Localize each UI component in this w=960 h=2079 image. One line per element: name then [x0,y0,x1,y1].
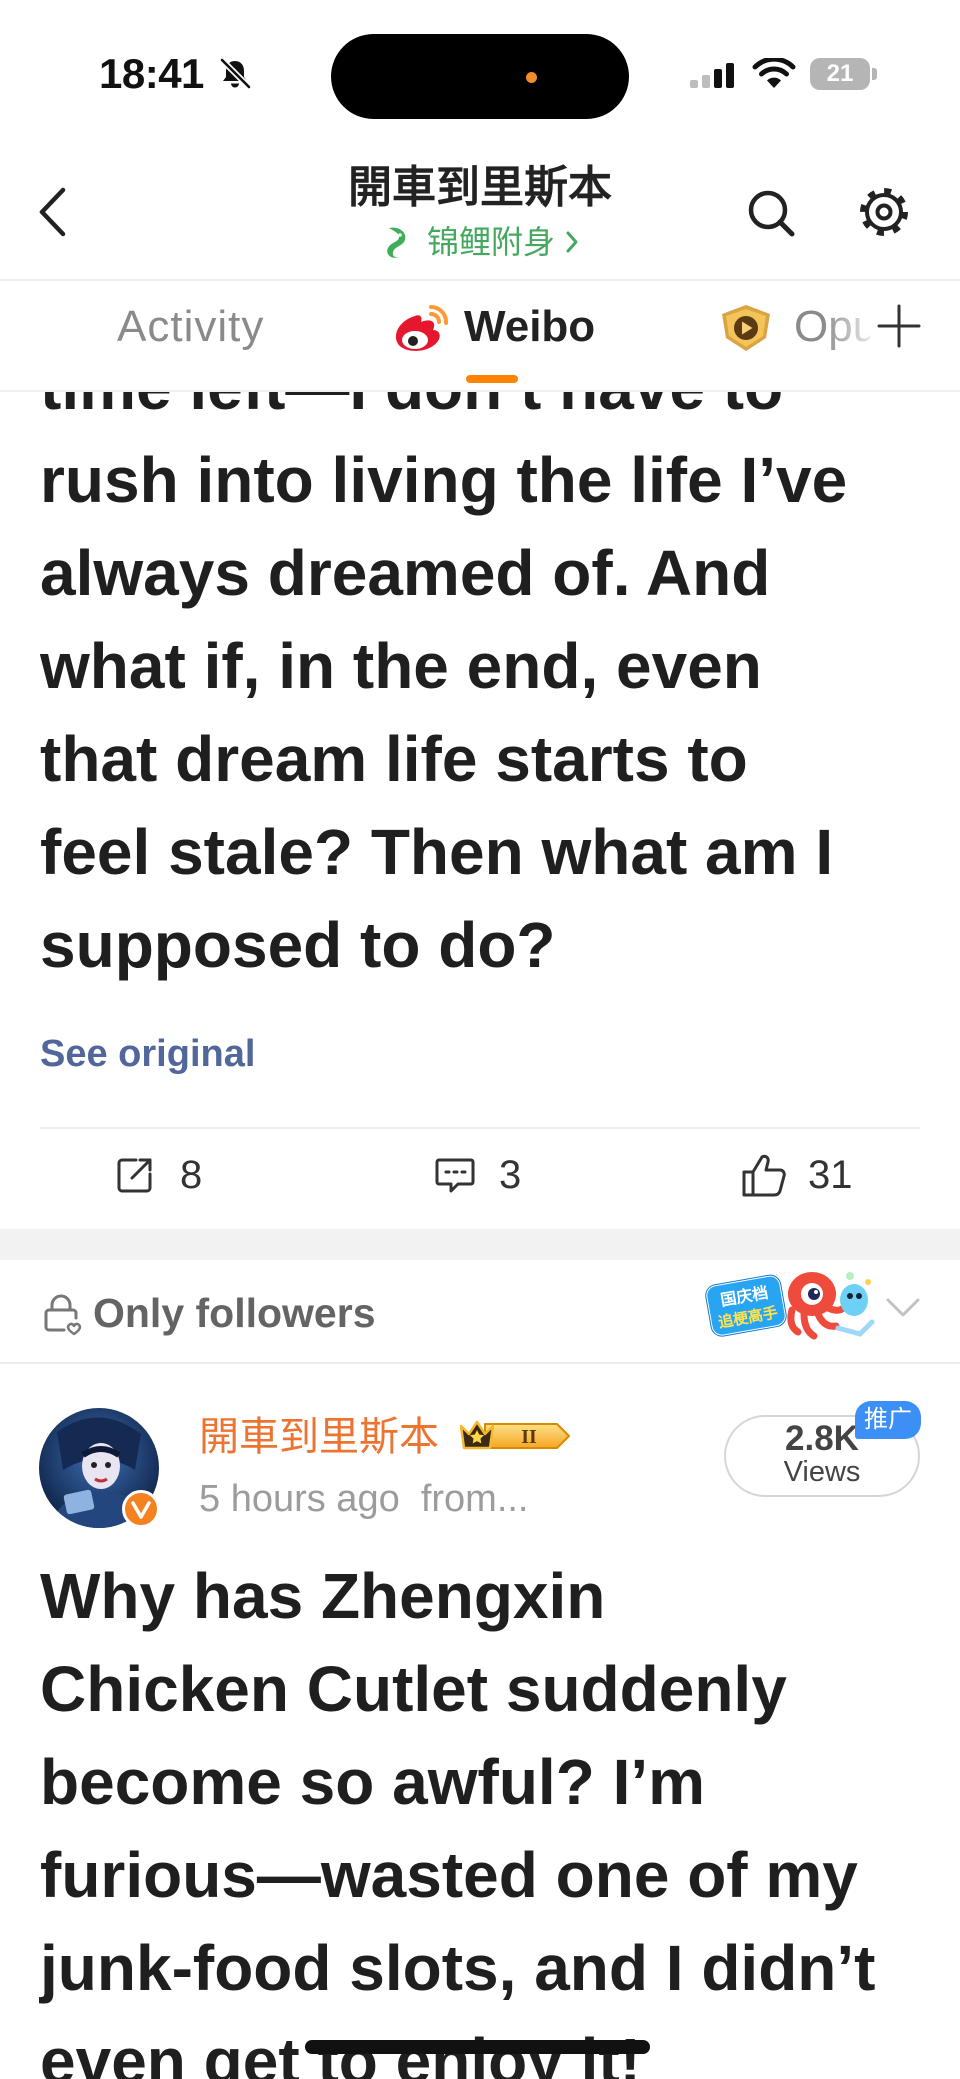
repost-icon [117,1158,152,1193]
expand-button[interactable] [884,1296,924,1324]
visibility-divider [0,1362,960,1364]
signal-icon [690,63,734,88]
header-divider [0,279,960,281]
repost-count: 8 [180,1153,203,1197]
member-crown-badge[interactable]: II [457,1416,575,1456]
post-text-line: feel stale? Then what am I [40,816,834,888]
battery-nub [872,68,877,80]
post-body: time left—I don’t have to rush into livi… [40,392,847,992]
post-text-line: furious—wasted one of my [40,1839,858,1911]
post-meta: 5 hours ago from... [199,1478,529,1520]
comment-icon [435,1158,475,1193]
post-separator [0,1229,960,1260]
lock-icon [44,1294,82,1336]
post-text-line: become so awful? I’m [40,1746,706,1818]
like-button[interactable]: 31 [740,1150,853,1200]
opus-icon [722,305,770,351]
post-text-line: supposed to do? [40,909,556,981]
chevron-down-icon [886,1298,920,1317]
thumbs-up-icon [742,1154,786,1197]
verified-badge-icon [122,1490,160,1528]
see-original-link[interactable]: See original [40,1031,255,1077]
post-text-line: Why has Zhengxin [40,1560,606,1632]
repost-button[interactable]: 8 [114,1150,202,1200]
page-title: 開車到里斯本 [348,163,612,212]
status-time: 18:41 [99,50,204,97]
post-text-line: that dream life starts to [40,723,748,795]
actions-divider [40,1127,920,1129]
visibility-label: Only followers [93,1290,376,1336]
active-tab-indicator [466,375,518,383]
activity-indicator-dot [526,72,537,83]
settings-button[interactable] [857,185,913,241]
bell-slash-icon [219,57,252,90]
comment-button[interactable]: 3 [433,1150,521,1200]
home-indicator [305,2040,650,2054]
post-text-line: junk-food slots, and I didn’t [40,1932,876,2004]
plus-icon [877,304,921,348]
search-icon [748,190,795,237]
views-label: Views [783,1456,861,1488]
promote-tag[interactable]: 推广 [855,1401,921,1439]
search-button[interactable] [744,186,800,242]
app-screen: 18:41 21 開車到里斯本 锦鲤附身 Activity Weibo rush… [0,0,960,2079]
dynamic-island [331,34,629,119]
promo-sticker[interactable]: 国庆档 追梗高手 [700,1264,880,1346]
tab-weibo[interactable]: Weibo [464,301,595,353]
post-text-line: rush into living the life I’ve [40,444,848,516]
feed-content[interactable]: time left—I don’t have to rush into livi… [0,392,960,2079]
badge-level: II [521,1426,537,1448]
add-tab-button[interactable] [874,301,924,351]
comment-count: 3 [499,1153,522,1197]
chevron-right-icon [566,231,578,253]
koi-icon [387,227,406,258]
post-body: Why has Zhengxin Chicken Cutlet suddenly… [40,1550,875,2079]
tab-activity[interactable]: Activity [117,301,264,353]
subtitle-label: 锦鲤附身 [426,224,555,260]
post-text-line: Chicken Cutlet suddenly [40,1653,787,1725]
post-text-line: time left—I don’t have to [40,392,847,434]
post-text-line: what if, in the end, even [40,630,762,702]
subtitle-link[interactable]: 锦鲤附身 [0,221,960,263]
battery-icon: 21 [810,58,870,90]
wifi-icon [752,58,796,88]
weibo-logo-icon [395,304,449,351]
author-name[interactable]: 開車到里斯本 [199,1414,439,1460]
like-count: 31 [808,1153,853,1197]
post-text-line: always dreamed of. And [40,537,771,609]
gear-icon [860,188,908,236]
